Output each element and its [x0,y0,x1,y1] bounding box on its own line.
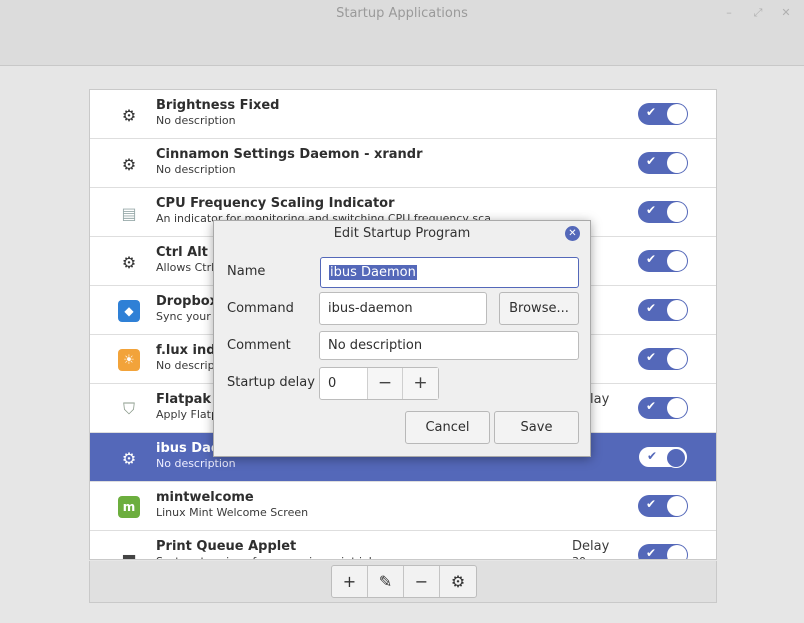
browse-button[interactable]: Browse... [499,292,579,325]
app-description: No description [156,457,236,470]
maximize-icon[interactable]: ⤢ [751,6,765,20]
name-label: Name [227,264,266,279]
enabled-toggle[interactable]: ✔ [638,495,688,517]
app-name: ibus Dae [156,441,220,456]
toggle-knob [667,398,687,418]
checkmark-icon: ✔ [646,497,657,511]
enabled-toggle[interactable]: ✔ [638,348,688,370]
window-title: Startup Applications [336,6,468,21]
enabled-toggle[interactable]: ✔ [638,201,688,223]
toggle-knob [666,448,686,468]
run-now-button[interactable]: ⚙ [440,566,476,597]
comment-label: Comment [227,338,291,353]
enabled-toggle[interactable]: ✔ [638,446,688,468]
gear-icon: ⚙ [121,252,137,272]
app-description: No description [156,114,236,127]
delay-increment-button[interactable]: + [403,368,438,399]
app-description: Allows Ctrl- [156,261,219,274]
toolbar-button-group: + ✎ − ⚙ [331,565,477,598]
printer-icon: ▬ [121,546,137,560]
app-name: CPU Frequency Scaling Indicator [156,196,395,211]
edit-startup-program-dialog: Edit Startup Program ✕ Name ibus Daemon … [213,220,591,457]
remove-button[interactable]: − [404,566,440,597]
toggle-knob [667,300,687,320]
app-name: Dropbox [156,294,219,309]
startup-delay-spinner: 0 − + [319,367,439,400]
startup-delay-label: Startup delay [227,375,315,390]
dropbox-icon: ◆ [118,300,140,322]
window-titlebar: Startup Applications – ⤢ ✕ [0,0,804,66]
toggle-knob [667,251,687,271]
toggle-knob [667,349,687,369]
cancel-button[interactable]: Cancel [405,411,490,444]
enabled-toggle[interactable]: ✔ [638,250,688,272]
enabled-toggle[interactable]: ✔ [638,544,688,560]
minimize-icon[interactable]: – [722,6,736,19]
enabled-toggle[interactable]: ✔ [638,103,688,125]
flux-icon: ☀ [118,349,140,371]
enabled-toggle[interactable]: ✔ [638,299,688,321]
delay-decrement-button[interactable]: − [368,368,403,399]
startup-app-row[interactable]: ⚙ Cinnamon Settings Daemon - xrandr No des… [90,139,716,188]
cpu-indicator-icon: ▤ [121,203,137,223]
checkmark-icon: ✔ [647,449,658,463]
app-name: Flatpak [156,392,212,407]
checkmark-icon: ✔ [646,203,657,217]
app-description: Linux Mint Welcome Screen [156,506,309,519]
app-description: Sync your fi [156,310,222,323]
close-icon[interactable]: ✕ [779,6,793,19]
name-input[interactable]: ibus Daemon [320,257,579,288]
checkmark-icon: ✔ [646,301,657,315]
app-name: Print Queue Applet [156,539,297,554]
shield-icon: ⛉ [122,399,135,418]
startup-app-row[interactable]: ⚙ Brightness Fixed No description ✔ [90,90,716,139]
checkmark-icon: ✔ [646,546,657,560]
name-input-value: ibus Daemon [329,265,417,280]
startup-delay-input[interactable]: 0 [320,368,368,399]
startup-app-row[interactable]: ▬ Print Queue AppletSystem tray icon for … [90,531,716,560]
delay-value: 30 s [572,555,595,559]
checkmark-icon: ✔ [646,399,657,413]
gear-icon: ⚙ [121,448,137,468]
mint-icon: m [118,496,140,518]
add-button[interactable]: + [332,566,368,597]
checkmark-icon: ✔ [646,350,657,364]
toggle-knob [667,104,687,124]
dialog-title: Edit Startup Program [333,226,471,241]
enabled-toggle[interactable]: ✔ [638,152,688,174]
command-input[interactable]: ibus-daemon [319,292,487,325]
save-button[interactable]: Save [494,411,579,444]
app-description: System tray icon for managing print jobs [156,555,382,559]
enabled-toggle[interactable]: ✔ [638,397,688,419]
checkmark-icon: ✔ [646,252,657,266]
app-description: Apply Flatp [156,408,218,421]
toggle-knob [667,202,687,222]
app-description: No description [156,163,236,176]
gear-icon: ⚙ [121,154,137,174]
dialog-close-icon[interactable]: ✕ [565,226,580,241]
checkmark-icon: ✔ [646,105,657,119]
comment-input[interactable]: No description [319,331,579,360]
toggle-knob [667,496,687,516]
app-description: No descript [156,359,219,372]
app-name: Brightness Fixed [156,98,280,113]
startup-app-row[interactable]: m mintwelcome Linux Mint Welcome Screen ✔ [90,482,716,531]
app-name: mintwelcome [156,490,254,505]
delay-label: Delay [572,539,610,554]
gear-icon: ⚙ [121,105,137,125]
app-name: Cinnamon Settings Daemon - xrandr [156,147,423,162]
edit-button[interactable]: ✎ [368,566,404,597]
list-toolbar: + ✎ − ⚙ [89,561,717,603]
toggle-knob [667,545,687,559]
toggle-knob [667,153,687,173]
command-label: Command [227,301,294,316]
checkmark-icon: ✔ [646,154,657,168]
